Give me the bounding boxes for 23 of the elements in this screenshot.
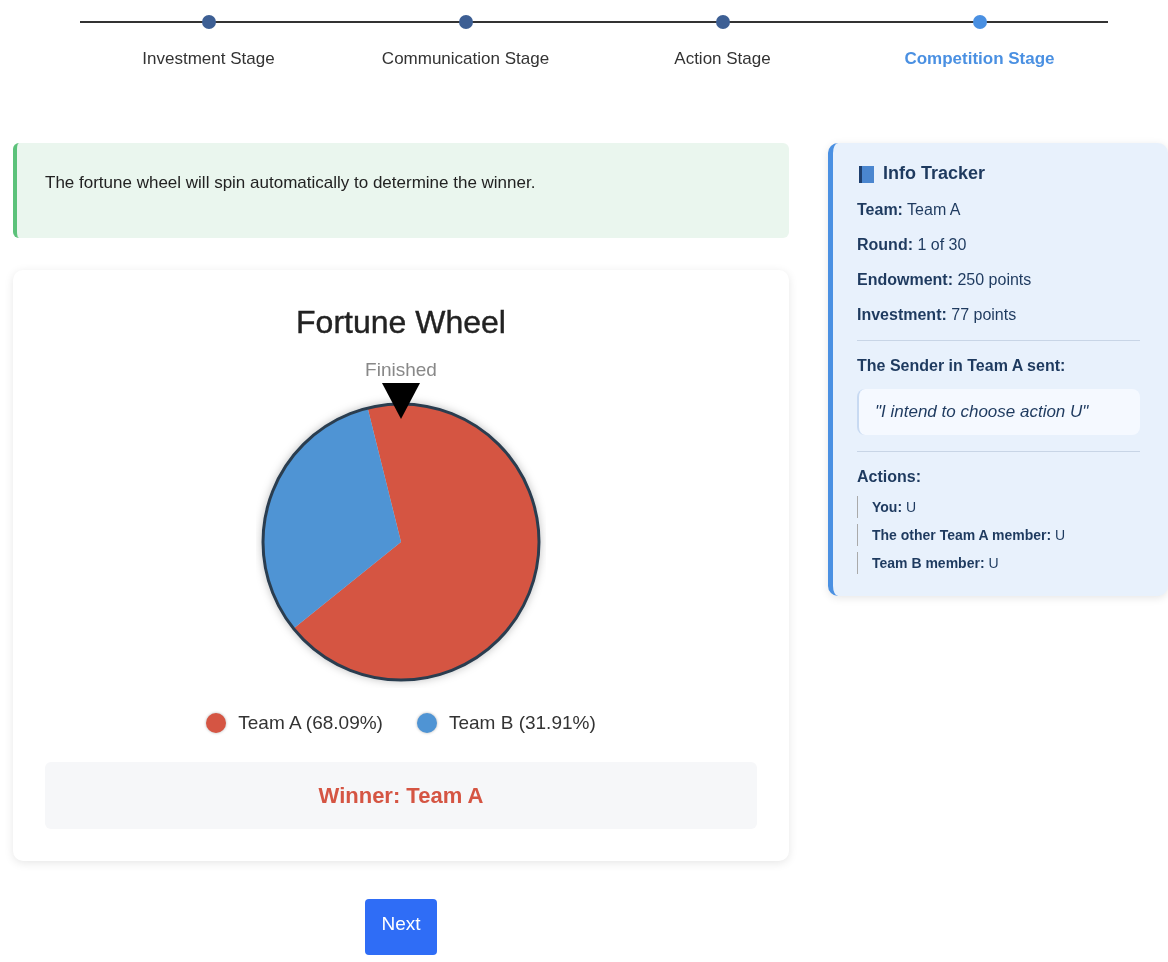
action-item: Team B member: U [857,552,1154,574]
book-icon [857,163,877,184]
legend-label: Team B (31.91%) [448,712,596,734]
step-label[interactable]: Communication Stage [381,49,550,69]
pointer-icon [382,383,420,419]
message-quote: "I intend to choose action U" [857,389,1140,435]
info-fact: Endowment: 250 points [857,271,1033,289]
info-fact: Round: 1 of 30 [857,236,968,254]
wheel-title: Fortune Wheel [296,304,506,341]
info-fact: Investment: 77 points [857,306,1018,324]
info-fact: Team: Team A [857,201,962,219]
action-item: The other Team A member: U [857,524,1154,546]
message-heading: The Sender in Team A sent: [857,357,1067,375]
wheel-status: Finished [365,359,437,381]
notice-text: The fortune wheel will spin automatically to determine the winner. [13,143,789,238]
next-button[interactable]: Next [365,899,437,955]
step-label[interactable]: Action Stage [674,49,771,69]
action-item: You: U [857,496,1154,518]
actions-heading: Actions: [857,468,922,486]
step-label[interactable]: Investment Stage [142,49,275,69]
legend-label: Team A (68.09%) [238,712,383,734]
panel-title: Info Tracker [883,163,986,184]
winner-text: Winner: Team A [318,782,484,809]
